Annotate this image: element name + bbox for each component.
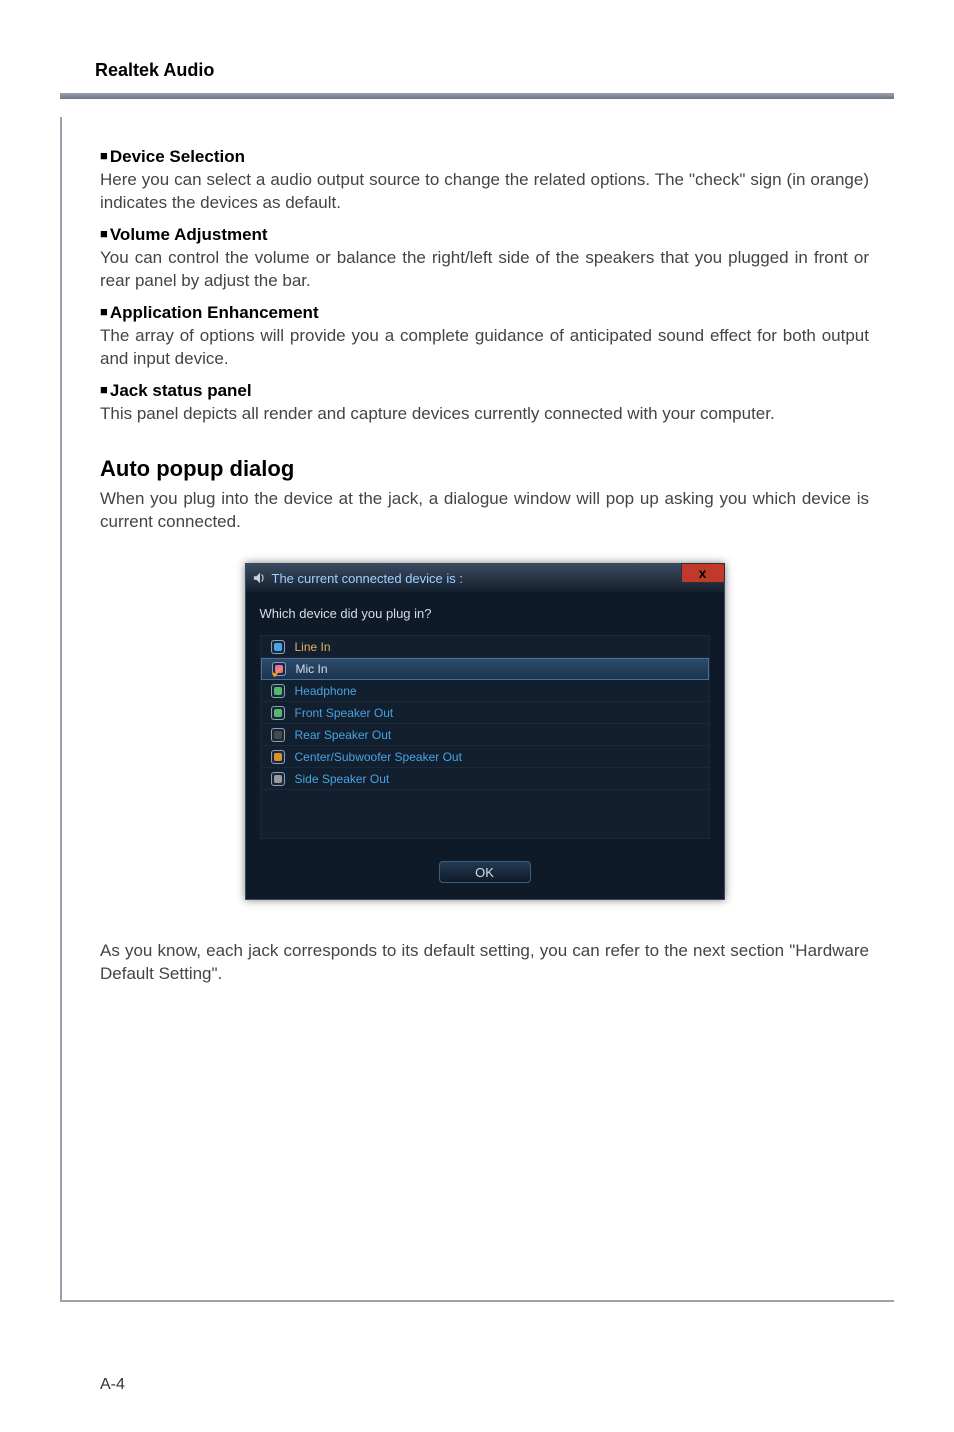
speaker-icon bbox=[252, 570, 268, 586]
jack-icon: ✓ bbox=[272, 662, 286, 676]
section-volume-body: You can control the volume or balance th… bbox=[100, 247, 869, 293]
device-mic-in[interactable]: ✓ Mic In bbox=[261, 658, 709, 680]
device-label: Line In bbox=[295, 640, 699, 654]
dialog-prompt: Which device did you plug in? bbox=[260, 606, 710, 621]
device-front-speaker[interactable]: Front Speaker Out bbox=[261, 702, 709, 724]
device-label: Front Speaker Out bbox=[295, 706, 699, 720]
section-volume-title: Volume Adjustment bbox=[100, 225, 869, 245]
content-frame: Device Selection Here you can select a a… bbox=[60, 117, 894, 1302]
header-divider bbox=[60, 93, 894, 99]
device-label: Mic In bbox=[296, 662, 698, 676]
auto-popup-after-body: As you know, each jack corresponds to it… bbox=[100, 940, 869, 986]
section-jack-title: Jack status panel bbox=[100, 381, 869, 401]
section-device-selection-title: Device Selection bbox=[100, 147, 869, 167]
dialog-titlebar[interactable]: The current connected device is : x bbox=[246, 564, 724, 592]
jack-icon bbox=[271, 684, 285, 698]
jack-icon bbox=[271, 640, 285, 654]
dialog-title: The current connected device is : bbox=[272, 571, 464, 586]
section-enhancement-title: Application Enhancement bbox=[100, 303, 869, 323]
device-list: Line In ✓ Mic In Headphone bbox=[260, 635, 710, 839]
device-line-in[interactable]: Line In bbox=[261, 636, 709, 658]
device-label: Side Speaker Out bbox=[295, 772, 699, 786]
ok-button[interactable]: OK bbox=[439, 861, 531, 883]
jack-icon bbox=[271, 728, 285, 742]
section-jack-body: This panel depicts all render and captur… bbox=[100, 403, 869, 426]
device-side-speaker[interactable]: Side Speaker Out bbox=[261, 768, 709, 790]
check-icon: ✓ bbox=[271, 663, 284, 683]
device-label: Rear Speaker Out bbox=[295, 728, 699, 742]
section-enhancement-body: The array of options will provide you a … bbox=[100, 325, 869, 371]
section-device-selection-body: Here you can select a audio output sourc… bbox=[100, 169, 869, 215]
close-button[interactable]: x bbox=[681, 563, 725, 583]
device-rear-speaker[interactable]: Rear Speaker Out bbox=[261, 724, 709, 746]
device-label: Center/Subwoofer Speaker Out bbox=[295, 750, 699, 764]
jack-icon bbox=[271, 772, 285, 786]
device-label: Headphone bbox=[295, 684, 699, 698]
page-number: A-4 bbox=[100, 1376, 125, 1394]
device-dialog: The current connected device is : x Whic… bbox=[245, 563, 725, 900]
device-center-sub[interactable]: Center/Subwoofer Speaker Out bbox=[261, 746, 709, 768]
list-spacer bbox=[261, 790, 709, 838]
auto-popup-heading: Auto popup dialog bbox=[100, 456, 869, 482]
auto-popup-body: When you plug into the device at the jac… bbox=[100, 488, 869, 534]
device-headphone[interactable]: Headphone bbox=[261, 680, 709, 702]
page-header: Realtek Audio bbox=[95, 60, 894, 81]
jack-icon bbox=[271, 706, 285, 720]
jack-icon bbox=[271, 750, 285, 764]
